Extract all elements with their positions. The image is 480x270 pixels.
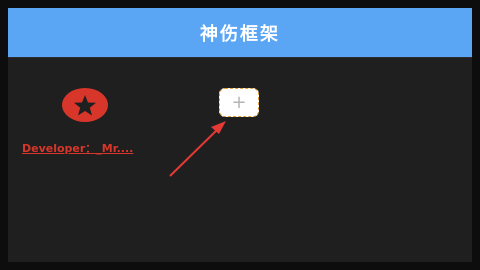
plus-icon: + bbox=[231, 91, 247, 113]
star-icon[interactable] bbox=[62, 88, 108, 122]
header-divider bbox=[8, 57, 472, 58]
title-bar: 神伤框架 bbox=[8, 8, 472, 57]
developer-label[interactable]: Developer：_Mr.... bbox=[22, 140, 150, 156]
app-screen: 神伤框架 Developer：_Mr.... + bbox=[8, 8, 472, 262]
add-button[interactable]: + bbox=[219, 88, 259, 117]
developer-app-item[interactable]: Developer：_Mr.... bbox=[22, 86, 150, 156]
app-title: 神伤框架 bbox=[200, 23, 280, 45]
